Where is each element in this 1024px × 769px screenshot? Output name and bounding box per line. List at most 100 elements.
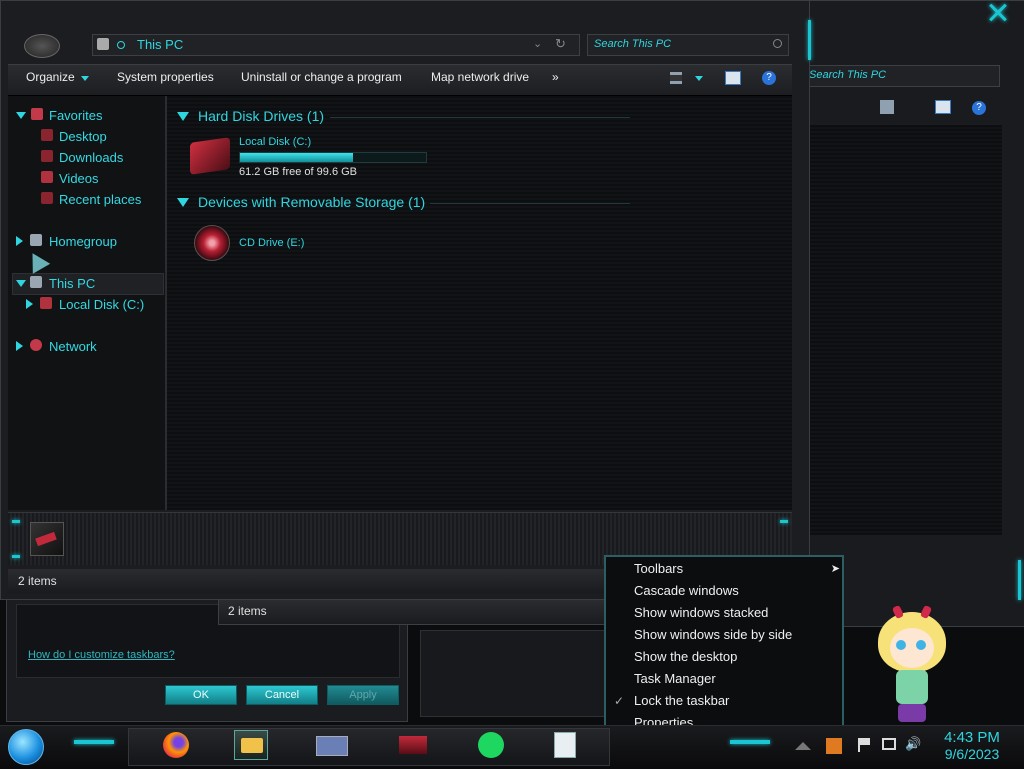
frame-accent-left-bottom xyxy=(12,520,20,523)
hdd-group-header[interactable]: Hard Disk Drives (1) xyxy=(198,108,324,124)
status-items-count: 2 items xyxy=(18,574,57,588)
downloads-icon xyxy=(41,150,53,162)
videos-icon xyxy=(41,171,53,183)
apply-button[interactable]: Apply xyxy=(327,685,399,705)
submenu-arrow-icon: ➤ xyxy=(830,563,840,575)
local-disk-expand-icon[interactable] xyxy=(26,299,33,309)
background-view-icon[interactable] xyxy=(880,100,894,114)
notepad-taskbar-icon[interactable] xyxy=(548,730,582,760)
desktop-icon xyxy=(41,129,53,141)
nav-this-pc[interactable]: This PC xyxy=(49,276,95,291)
taskbar-accent-left xyxy=(74,740,114,744)
removable-group-divider xyxy=(430,203,630,204)
address-dropdown-icon[interactable]: ⌄ xyxy=(533,37,542,50)
nav-videos[interactable]: Videos xyxy=(59,171,99,186)
nav-network[interactable]: Network xyxy=(49,339,97,354)
control-panel-taskbar-icon[interactable] xyxy=(314,730,348,760)
back-frame-accent-right xyxy=(1018,560,1021,600)
menu-item-show-windows-stacked[interactable]: Show windows stacked xyxy=(606,602,846,624)
back-forward-arrow-icon[interactable] xyxy=(782,5,800,15)
address-bar[interactable]: This PC ⌄ ↻ xyxy=(92,34,580,56)
map-network-drive-button[interactable]: Map network drive xyxy=(431,70,529,84)
menu-item-toolbars[interactable]: Toolbars ➤ xyxy=(606,558,846,580)
background-window-search[interactable]: Search This PC xyxy=(804,65,1000,87)
desktop-character-image xyxy=(868,600,958,724)
organize-button[interactable]: Organize xyxy=(26,70,90,84)
show-hidden-icons-button[interactable] xyxy=(795,742,811,750)
ok-button[interactable]: OK xyxy=(165,685,237,705)
uninstall-program-button[interactable]: Uninstall or change a program xyxy=(241,70,402,84)
explorer-logo-icon xyxy=(24,34,60,58)
hdd-group-collapse-icon[interactable] xyxy=(177,112,189,121)
back-close-cyan-decor xyxy=(985,3,1013,33)
menu-item-lock-taskbar[interactable]: ✓ Lock the taskbar xyxy=(606,690,846,712)
frame-accent-left-bottom-2 xyxy=(12,555,20,558)
action-center-flag-icon[interactable] xyxy=(858,738,870,752)
menu-item-cascade-windows[interactable]: Cascade windows xyxy=(606,580,846,602)
local-disk-nav-icon xyxy=(40,297,52,309)
red-app-taskbar-icon[interactable] xyxy=(396,730,430,760)
nav-recent-places[interactable]: Recent places xyxy=(59,192,141,207)
cancel-button[interactable]: Cancel xyxy=(246,685,318,705)
local-disk-usage-fill xyxy=(240,153,354,162)
checkmark-icon: ✓ xyxy=(614,694,625,708)
network-icon xyxy=(30,339,42,351)
frame-accent-right-bottom xyxy=(780,520,788,523)
background-help-icon[interactable]: ? xyxy=(972,101,986,115)
nav-favorites[interactable]: Favorites xyxy=(49,108,102,123)
help-icon[interactable]: ? xyxy=(762,71,776,85)
nav-local-disk[interactable]: Local Disk (C:) xyxy=(59,297,144,312)
favorites-expand-icon[interactable] xyxy=(16,112,26,119)
start-button[interactable] xyxy=(8,729,44,765)
firefox-taskbar-icon[interactable] xyxy=(160,730,194,760)
local-disk-label: Local Disk (C:) xyxy=(239,136,312,148)
taskbar-accent-right xyxy=(730,740,770,744)
background-preview-pane-icon[interactable] xyxy=(935,100,951,114)
spotify-taskbar-icon[interactable] xyxy=(475,730,509,760)
help-link[interactable]: How do I customize taskbars? xyxy=(28,649,175,661)
frame-accent-right-edge xyxy=(808,20,811,60)
address-computer-icon xyxy=(97,38,109,50)
menu-item-show-desktop[interactable]: Show the desktop xyxy=(606,646,846,668)
cd-drive-icon xyxy=(194,225,230,261)
nav-homegroup[interactable]: Homegroup xyxy=(49,234,117,249)
search-input[interactable]: Search This PC xyxy=(587,34,789,56)
preview-pane-icon[interactable] xyxy=(725,71,741,85)
view-dropdown-icon[interactable] xyxy=(695,76,703,81)
file-explorer-taskbar-icon[interactable] xyxy=(234,730,268,760)
local-disk-usage-bar xyxy=(239,152,427,163)
clock-date: 9/6/2023 xyxy=(944,746,1000,762)
menu-item-side-by-side[interactable]: Show windows side by side xyxy=(606,624,846,646)
homegroup-expand-icon[interactable] xyxy=(16,236,23,246)
clock-time: 4:43 PM xyxy=(944,729,1000,746)
local-disk-drive-icon xyxy=(190,137,230,175)
background-window-content xyxy=(806,125,1002,535)
removable-group-header[interactable]: Devices with Removable Storage (1) xyxy=(198,194,425,210)
removable-group-collapse-icon[interactable] xyxy=(177,198,189,207)
nav-downloads[interactable]: Downloads xyxy=(59,150,123,165)
more-commands-button[interactable]: » xyxy=(552,70,559,84)
this-pc-icon xyxy=(30,276,42,288)
taskbar-app-tray xyxy=(128,728,610,766)
volume-icon[interactable]: 🔊 xyxy=(905,736,921,752)
network-tray-icon[interactable] xyxy=(882,738,896,750)
nav-desktop[interactable]: Desktop xyxy=(59,129,107,144)
details-thumbnail-icon xyxy=(30,522,64,556)
back-window-bottom-frame xyxy=(420,630,612,717)
search-icon[interactable] xyxy=(773,39,782,48)
address-path[interactable]: This PC xyxy=(137,37,183,52)
tray-app-icon[interactable] xyxy=(826,738,842,754)
system-properties-button[interactable]: System properties xyxy=(117,70,214,84)
homegroup-icon xyxy=(30,234,42,246)
refresh-icon[interactable]: ↻ xyxy=(555,36,566,52)
cd-drive-label: CD Drive (E:) xyxy=(239,237,305,249)
recent-places-icon xyxy=(41,192,53,204)
network-expand-icon[interactable] xyxy=(16,341,23,351)
address-dot-icon xyxy=(117,41,125,49)
organize-dropdown-icon xyxy=(81,76,90,81)
change-view-icon[interactable] xyxy=(670,72,682,84)
menu-item-task-manager[interactable]: Task Manager xyxy=(606,668,846,690)
this-pc-expand-icon[interactable] xyxy=(16,280,26,287)
hdd-group-divider xyxy=(330,117,630,118)
clock[interactable]: 4:43 PM 9/6/2023 xyxy=(930,728,1014,766)
